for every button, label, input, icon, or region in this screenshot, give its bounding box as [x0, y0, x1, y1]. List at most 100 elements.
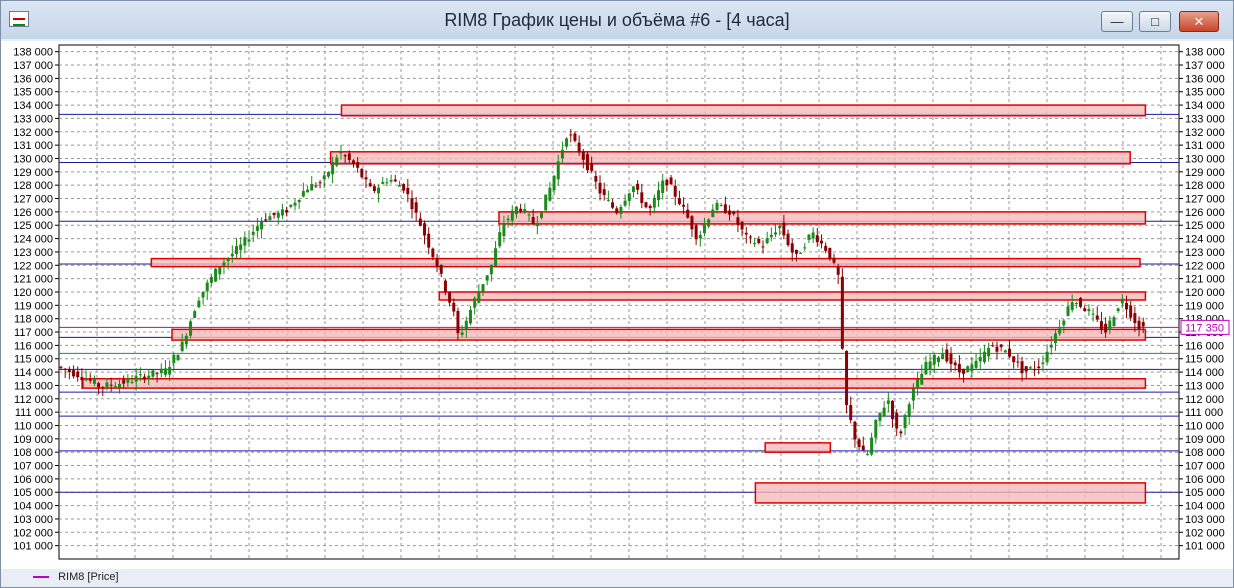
y-tick-label-left: 111 000	[15, 407, 53, 419]
candle-body	[1012, 356, 1016, 363]
candle-body	[590, 163, 594, 171]
candle-body	[485, 275, 489, 281]
y-tick-label-left: 121 000	[13, 274, 53, 286]
y-tick-label-left: 136 000	[13, 73, 53, 85]
candle-body	[377, 187, 381, 194]
candle-body	[978, 356, 982, 362]
candle-body	[941, 353, 945, 360]
title-bar[interactable]: RIM8 График цены и объёма #6 - [4 часа] …	[1, 1, 1233, 39]
candle-body	[260, 221, 264, 230]
candle-body	[439, 265, 443, 274]
candle-body	[410, 198, 414, 210]
candle-body	[740, 221, 744, 230]
candle-body	[226, 258, 230, 262]
y-tick-label-left: 105 000	[13, 487, 53, 499]
candle-body	[552, 175, 556, 191]
y-tick-label-right: 120 000	[1185, 287, 1225, 299]
candle-body	[828, 247, 832, 259]
candle-body	[514, 206, 518, 215]
candle-body	[397, 185, 401, 187]
price-chart-svg[interactable]: 101 000 101 000102 000 102 000103 000 103 0…	[1, 41, 1233, 569]
candle-body	[318, 182, 322, 184]
candle-body	[799, 252, 803, 254]
y-tick-label-left: 110 000	[14, 420, 53, 432]
candle-body	[803, 247, 807, 249]
candle-body	[657, 190, 661, 201]
candle-body	[861, 445, 865, 451]
candle-body	[548, 187, 552, 201]
restore-button[interactable]: □	[1139, 11, 1171, 32]
y-tick-label-right: 109 000	[1185, 434, 1225, 446]
minimize-button[interactable]: —	[1101, 11, 1133, 32]
candle-body	[673, 185, 677, 197]
candle-body	[435, 258, 439, 268]
candle-body	[1033, 369, 1037, 371]
close-button[interactable]: ✕	[1179, 11, 1219, 32]
candle-body	[903, 414, 907, 429]
candle-body	[255, 226, 259, 231]
support-resistance-zone	[340, 104, 1147, 117]
y-tick-label-left: 138 000	[13, 47, 53, 59]
y-tick-label-left: 124 000	[13, 234, 53, 246]
y-tick-label-left: 135 000	[13, 87, 53, 99]
candle-body	[381, 182, 385, 184]
y-tick-label-right: 127 000	[1185, 194, 1225, 206]
candle-body	[974, 360, 978, 368]
candle-body	[201, 291, 205, 298]
minimize-icon: —	[1110, 14, 1124, 29]
candle-body	[886, 400, 890, 404]
candle-body	[540, 212, 544, 218]
candle-body	[1079, 297, 1083, 307]
candle-body	[698, 234, 702, 239]
candle-body	[1116, 308, 1120, 312]
candle-body	[556, 161, 560, 180]
y-tick-label-right: 134 000	[1185, 100, 1225, 112]
candle-body	[155, 373, 159, 375]
candle-body	[193, 311, 197, 318]
candle-body	[665, 179, 669, 186]
candle-body	[1141, 322, 1145, 327]
candle-body	[76, 371, 80, 378]
candle-body	[163, 368, 167, 375]
candle-body	[59, 366, 63, 368]
candle-body	[652, 197, 656, 208]
candle-body	[560, 149, 564, 159]
candle-body	[423, 223, 427, 236]
candle-body	[565, 138, 569, 147]
candle-body	[648, 205, 652, 209]
candle-body	[280, 209, 284, 216]
y-tick-label-left: 113 000	[14, 380, 53, 392]
candle-body	[761, 246, 765, 248]
candle-body	[247, 239, 251, 242]
price-chart[interactable]: 101 000 101 000 102 000 102 000 103 000 103 0…	[1, 41, 1233, 569]
y-tick-label-right: 114 000	[1185, 367, 1224, 379]
candle-body	[385, 182, 389, 184]
candle-body	[222, 262, 226, 266]
candle-body	[1037, 366, 1041, 369]
candle-body	[640, 192, 644, 204]
support-resistance-zone	[171, 328, 1147, 341]
y-tick-label-right: 106 000	[1185, 474, 1225, 486]
candle-body	[464, 320, 468, 330]
candle-body	[502, 224, 506, 237]
candle-body	[794, 249, 798, 254]
candle-body	[372, 186, 376, 192]
candle-body	[264, 219, 268, 221]
candle-body	[339, 152, 343, 154]
candle-body	[343, 155, 347, 157]
candle-body	[101, 387, 105, 389]
y-tick-label-right: 133 000	[1185, 113, 1225, 125]
candle-body	[970, 364, 974, 371]
candle-body	[824, 245, 828, 251]
candle-body	[331, 162, 335, 175]
candle-body	[936, 357, 940, 363]
candle-body	[949, 353, 953, 364]
candle-body	[982, 351, 986, 363]
candle-body	[853, 421, 857, 440]
y-tick-label-left: 134 000	[13, 100, 53, 112]
candle-body	[1058, 328, 1062, 334]
candle-body	[443, 280, 447, 293]
y-tick-label-right: 128 000	[1185, 180, 1225, 192]
candle-body	[1003, 350, 1007, 353]
candle-body	[176, 354, 180, 361]
